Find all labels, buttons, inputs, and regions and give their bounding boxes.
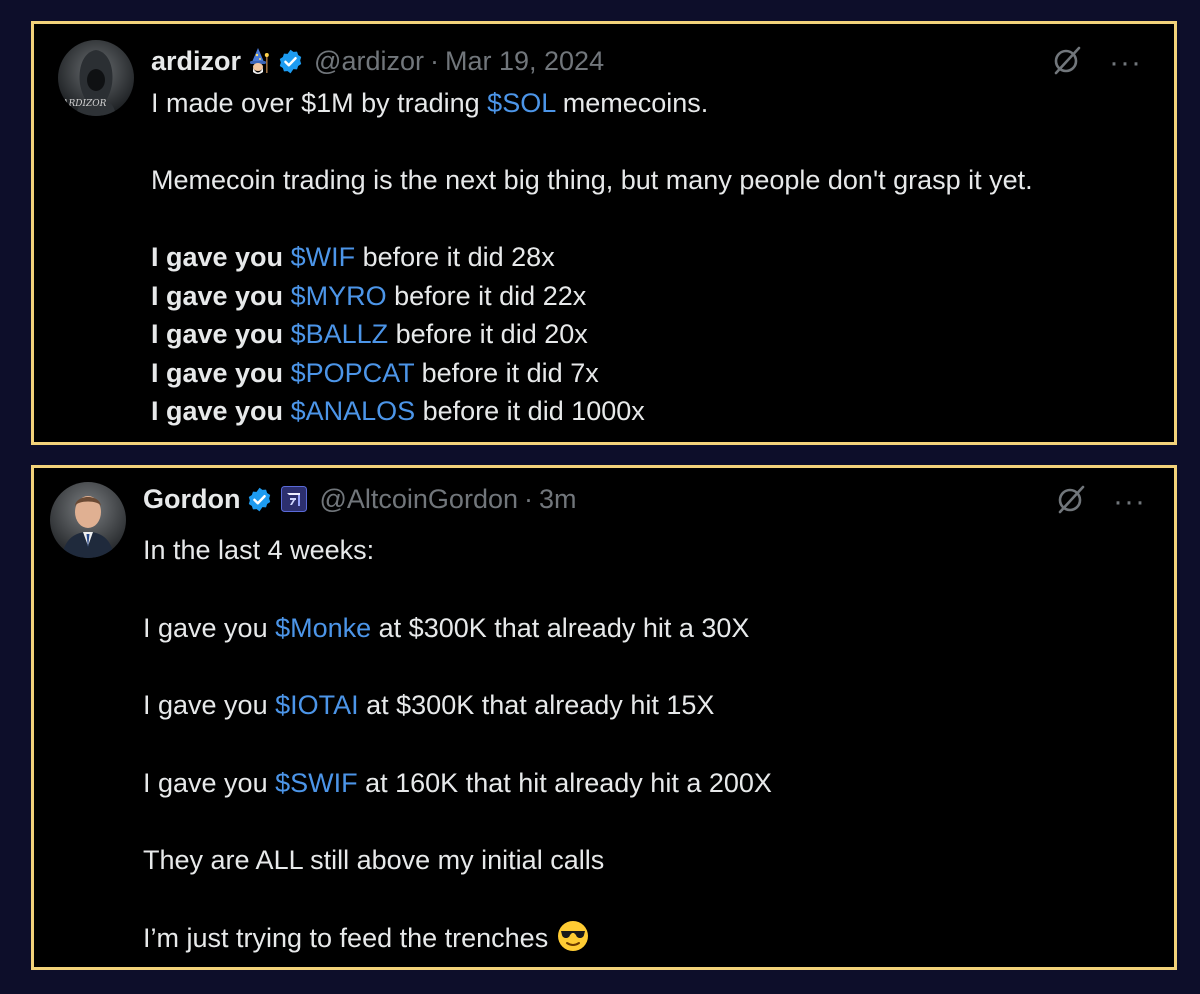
cashtag-link[interactable]: $SOL bbox=[487, 88, 555, 118]
cashtag-link[interactable]: $WIF bbox=[291, 242, 356, 272]
text-segment: I gave you bbox=[151, 319, 291, 349]
text-line: I made over $1M by trading $SOL memecoin… bbox=[151, 84, 1161, 123]
tweet-actions: ··· bbox=[1055, 483, 1146, 520]
text-line bbox=[143, 803, 1153, 842]
tweet-card-gordon[interactable]: Gordon @AltcoinGordon · 3m ··· In the la… bbox=[31, 465, 1177, 970]
text-segment: memecoins. bbox=[555, 88, 709, 118]
verified-badge-icon bbox=[246, 486, 273, 513]
cashtag-link[interactable]: $SWIF bbox=[275, 768, 358, 798]
avatar[interactable] bbox=[50, 482, 126, 558]
text-segment: before it did 20x bbox=[388, 319, 588, 349]
verified-badge-icon bbox=[277, 48, 304, 75]
text-line bbox=[151, 123, 1161, 162]
tweet-text: I made over $1M by trading $SOL memecoin… bbox=[151, 84, 1161, 431]
text-line bbox=[143, 880, 1153, 919]
text-line bbox=[151, 200, 1161, 239]
author-name[interactable]: Gordon bbox=[143, 484, 240, 515]
text-line: I gave you $POPCAT before it did 7x bbox=[151, 354, 1161, 393]
author-name[interactable]: ardizor bbox=[151, 46, 241, 77]
text-segment: I gave you bbox=[151, 242, 291, 272]
text-segment: I gave you bbox=[143, 767, 276, 798]
text-segment: Memecoin trading is the next big thing, … bbox=[151, 165, 1033, 195]
cashtag-link[interactable]: $Monke bbox=[275, 613, 371, 643]
avatar[interactable]: ARDIZOR bbox=[58, 40, 134, 116]
cashtag-link[interactable]: $POPCAT bbox=[291, 358, 415, 388]
cashtag-link[interactable]: $IOTAI bbox=[275, 690, 359, 720]
text-segment: I’m just trying to feed the trenches bbox=[143, 922, 556, 953]
separator-dot: · bbox=[524, 483, 533, 514]
post-time[interactable]: 3m bbox=[539, 484, 577, 515]
text-segment: In the last 4 weeks: bbox=[143, 535, 375, 565]
text-line bbox=[143, 647, 1153, 686]
text-line: In the last 4 weeks: bbox=[143, 531, 1153, 570]
wizard-emoji-icon bbox=[245, 47, 271, 75]
text-segment: before it did 7x bbox=[414, 357, 599, 388]
text-line bbox=[143, 725, 1153, 764]
text-segment: I gave you bbox=[151, 280, 291, 311]
text-line: I gave you $ANALOS before it did 1000x bbox=[151, 392, 1161, 431]
grok-icon[interactable] bbox=[1055, 483, 1087, 520]
text-line: They are ALL still above my initial call… bbox=[143, 841, 1153, 880]
more-icon[interactable]: ··· bbox=[1113, 486, 1146, 517]
post-date[interactable]: Mar 19, 2024 bbox=[445, 46, 604, 77]
text-segment: I gave you bbox=[143, 690, 276, 721]
grok-icon[interactable] bbox=[1051, 44, 1083, 81]
text-segment: They are ALL still above my initial call… bbox=[143, 845, 605, 876]
text-line: Memecoin trading is the next big thing, … bbox=[151, 161, 1161, 200]
avatar-logo-text: ARDIZOR bbox=[61, 99, 107, 109]
text-line: I gave you $MYRO before it did 22x bbox=[151, 277, 1161, 316]
tweet-card-ardizor[interactable]: ARDIZOR ardizor @ardizor · Mar 19, 2024 … bbox=[31, 21, 1177, 445]
author-handle[interactable]: @AltcoinGordon bbox=[319, 484, 518, 515]
text-line: I’m just trying to feed the trenches bbox=[143, 919, 1153, 958]
text-line bbox=[143, 570, 1153, 609]
affiliate-badge-icon[interactable] bbox=[281, 486, 308, 512]
cashtag-link[interactable]: $MYRO bbox=[291, 281, 387, 311]
text-segment: before it did 1000x bbox=[415, 396, 645, 426]
text-segment: I gave you bbox=[143, 612, 276, 643]
text-line: I gave you $IOTAI at $300K that already … bbox=[143, 686, 1153, 725]
text-line: I gave you $Monke at $300K that already … bbox=[143, 609, 1153, 648]
text-segment: at $300K that already hit 15X bbox=[358, 690, 715, 721]
separator-dot: · bbox=[429, 45, 439, 76]
author-handle[interactable]: @ardizor bbox=[314, 46, 424, 77]
text-segment: I gave you bbox=[151, 396, 291, 426]
tweet-header: Gordon @AltcoinGordon · 3m bbox=[143, 479, 577, 519]
tweet-actions: ··· bbox=[1051, 44, 1142, 81]
text-segment: at $300K that already hit a 30X bbox=[371, 612, 750, 643]
tweet-text: In the last 4 weeks: I gave you $Monke at… bbox=[143, 531, 1153, 958]
text-segment: I made over $1M by trading bbox=[151, 88, 488, 118]
tweet-header: ardizor @ardizor · Mar 19, 2024 bbox=[151, 41, 604, 81]
text-segment: at 160K that hit already hit a 200X bbox=[357, 767, 772, 798]
text-segment: I gave you bbox=[151, 357, 291, 388]
cashtag-link[interactable]: $ANALOS bbox=[291, 396, 416, 426]
sunglasses-emoji-icon bbox=[556, 919, 590, 964]
text-line: I gave you $SWIF at 160K that hit alread… bbox=[143, 764, 1153, 803]
text-line: I gave you $BALLZ before it did 20x bbox=[151, 315, 1161, 354]
text-line: I gave you $WIF before it did 28x bbox=[151, 238, 1161, 277]
text-segment: before it did 28x bbox=[355, 242, 555, 272]
text-segment: before it did 22x bbox=[386, 280, 587, 311]
cashtag-link[interactable]: $BALLZ bbox=[291, 319, 389, 349]
more-icon[interactable]: ··· bbox=[1109, 47, 1142, 78]
